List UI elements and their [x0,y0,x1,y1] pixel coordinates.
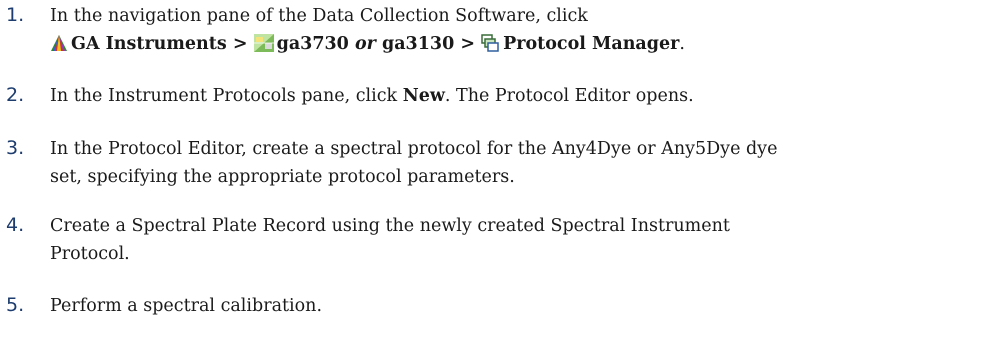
ga-instruments-icon [50,33,68,61]
navigation-path: GA Instruments > ga3730 or ga3130 > Prot… [50,30,685,61]
path-separator: > [460,34,476,54]
step-text-after: . The Protocol Editor opens. [444,86,694,106]
step-text: In the navigation pane of the Data Colle… [50,6,588,26]
path-node-ga-instruments: GA Instruments [71,34,227,54]
step-number: 4. [6,214,25,236]
path-separator: > [232,34,248,54]
ga3730-instrument-icon [253,33,274,61]
path-node-ga3130: ga3130 [381,34,455,54]
step-text: Perform a spectral calibration. [50,296,323,316]
step-number: 3. [6,137,25,159]
step-text: In the Instrument Protocols pane, click … [50,82,995,110]
instruction-document: 1. In the navigation pane of the Data Co… [0,0,1008,347]
step-text: Create a Spectral Plate Record using the… [50,212,995,268]
path-or-word: or [354,34,376,54]
step-text-line-2: Protocol. [50,244,130,264]
step-text-line-1: Create a Spectral Plate Record using the… [50,216,730,236]
path-period: . [679,34,685,54]
step-number: 2. [6,84,25,106]
path-node-ga3730: ga3730 [276,34,349,54]
step-text-line-2: set, specifying the appropriate protocol… [50,167,515,187]
step-number: 1. [6,4,25,26]
new-button-label: New [402,86,445,106]
step-number: 5. [6,294,25,316]
step-text-line-1: In the Protocol Editor, create a spectra… [50,139,778,159]
step-text: In the Protocol Editor, create a spectra… [50,135,995,191]
path-node-protocol-manager: Protocol Manager [503,34,680,54]
protocol-manager-icon [481,33,500,61]
step-text-before: In the Instrument Protocols pane, click [50,86,398,106]
